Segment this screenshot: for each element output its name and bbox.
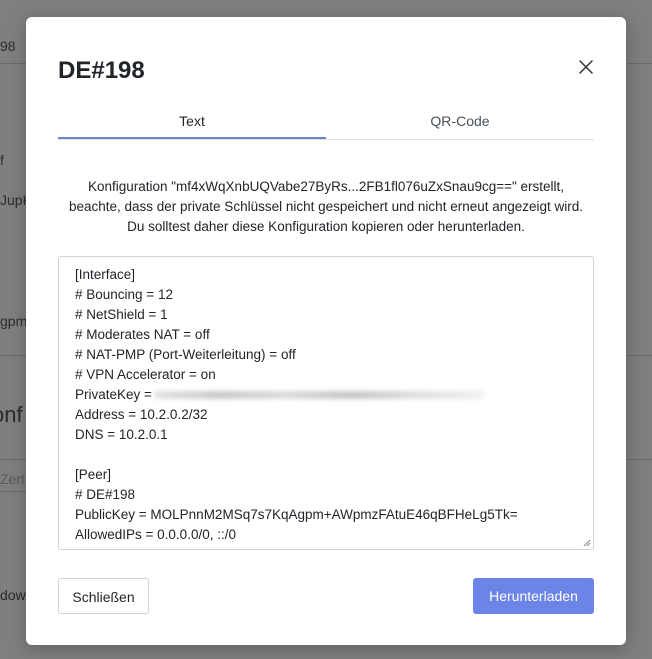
bg-text-fragment: f: [0, 152, 4, 168]
config-line: # NAT-PMP (Port-Weiterleitung) = off: [75, 347, 296, 362]
close-button[interactable]: Schließen: [58, 578, 149, 614]
description-line: Du solltest daher diese Konfiguration ko…: [127, 219, 525, 234]
modal-title: DE#198: [58, 57, 145, 84]
private-key-line: PrivateKey =: [75, 385, 577, 405]
config-line: DNS = 10.2.0.1: [75, 427, 168, 442]
config-line: [Peer]: [75, 467, 112, 482]
bg-divider: [622, 459, 652, 460]
bg-divider: [0, 459, 26, 460]
bg-text-fragment: dow: [0, 587, 26, 603]
bg-text-fragment: gpm: [0, 313, 28, 329]
config-textarea[interactable]: [Interface] # Bouncing = 12 # NetShield …: [58, 256, 594, 550]
tab-qr-code[interactable]: QR-Code: [326, 109, 594, 138]
config-line: [75, 445, 577, 465]
redacted-key: [153, 391, 484, 400]
config-line: [Interface]: [75, 267, 136, 282]
config-line: # Moderates NAT = off: [75, 327, 210, 342]
tab-bar: Text QR-Code: [58, 109, 594, 140]
config-line: # DE#198: [75, 487, 136, 502]
config-line: # NetShield = 1: [75, 307, 168, 322]
close-icon[interactable]: [574, 55, 598, 79]
bg-input-placeholder: Zerti: [0, 471, 28, 487]
bg-heading-fragment: onf: [0, 402, 23, 427]
config-line: PublicKey = MOLPnnM2MSq7s7KqAgpm+AWpmzFA…: [75, 507, 518, 522]
config-description: Konfiguration "mf4xWqXnbUQVabe27ByRs...2…: [58, 177, 594, 237]
tab-text[interactable]: Text: [58, 109, 326, 139]
download-button[interactable]: Herunterladen: [473, 578, 594, 614]
config-line: # Bouncing = 12: [75, 287, 173, 302]
bg-text-fragment: 98: [0, 38, 16, 54]
description-line: Konfiguration "mf4xWqXnbUQVabe27ByRs...2…: [87, 179, 565, 194]
bg-divider: [0, 491, 26, 492]
private-key-label: PrivateKey =: [75, 387, 152, 402]
resize-handle-icon[interactable]: [583, 539, 591, 547]
config-modal: DE#198 Text QR-Code Konfiguration "mf4xW…: [26, 17, 626, 645]
config-line: AllowedIPs = 0.0.0.0/0, ::/0: [75, 527, 236, 542]
bg-divider: [0, 355, 26, 356]
bg-divider: [622, 355, 652, 356]
bg-divider: [0, 63, 26, 64]
config-line: # VPN Accelerator = on: [75, 367, 216, 382]
description-line: beachte, dass der private Schlüssel nich…: [68, 199, 584, 214]
bg-divider: [622, 63, 652, 64]
config-line: Address = 10.2.0.2/32: [75, 407, 208, 422]
